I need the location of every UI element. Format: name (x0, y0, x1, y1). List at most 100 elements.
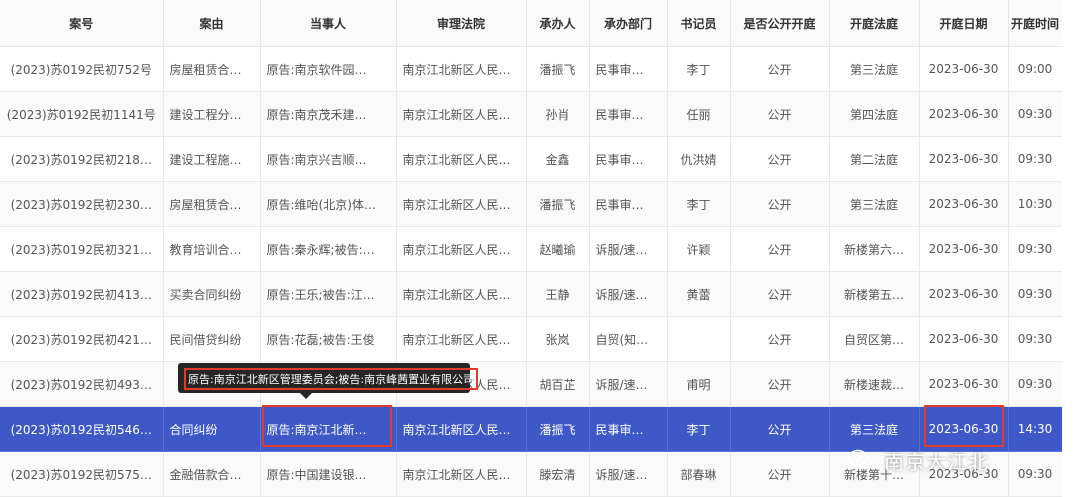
party-cell: 原告:秦永辉;被告:… (260, 226, 397, 272)
public-hearing-cell: 公开 (730, 451, 830, 497)
judge-cell: 孙肖 (526, 91, 590, 137)
judge-cell: 王静 (526, 271, 590, 317)
judge-cell: 潘振飞 (526, 181, 590, 227)
courtroom-cell: 自贸区第… (829, 316, 920, 362)
court-cell: 南京江北新区人民… (396, 406, 527, 452)
department-cell: 民事审… (589, 91, 668, 137)
court-cell: 南京江北新区人民… (396, 136, 527, 182)
court-schedule-table: 案号 案由 当事人 审理法院 承办人 承办部门 书记员 是否公开开庭 开庭法庭 开庭日期 开庭时间 … (0, 0, 1063, 497)
wechat-icon (848, 449, 874, 471)
hearing-time-cell: 14:30 (1008, 406, 1063, 452)
courtroom-cell: 第三法庭 (829, 181, 920, 227)
public-hearing-cell: 公开 (730, 136, 830, 182)
party-cell: 原告:维咍(北京)体… (260, 181, 397, 227)
case-cause-cell: 合同纠纷 (163, 406, 261, 452)
case-cause-cell: 房屋租赁合… (163, 181, 261, 227)
watermark: 南京大江北 (848, 440, 989, 480)
court-cell: 南京江北新区人民… (396, 451, 527, 497)
case-cause-cell: 建设工程分… (163, 91, 261, 137)
party-cell: 原告:中国建设银… (260, 451, 397, 497)
case-number-cell: (2023)苏0192民初575… (0, 451, 164, 497)
hearing-time-cell: 09:00 (1008, 46, 1063, 92)
department-cell: 民事审… (589, 136, 668, 182)
department-cell: 民事审… (589, 406, 668, 452)
column-header[interactable]: 承办人 (526, 0, 590, 47)
table-right-edge (1062, 0, 1080, 497)
column-header[interactable]: 开庭时间 (1008, 0, 1063, 47)
column-header[interactable]: 是否公开开庭 (730, 0, 830, 47)
party-tooltip: 原告:南京江北新区管理委员会;被告:南京峰茜置业有限公司 (178, 363, 479, 393)
court-cell: 南京江北新区人民… (396, 316, 527, 362)
case-number-cell: (2023)苏0192民初752号 (0, 46, 164, 92)
clerk-cell: 仇洪婧 (667, 136, 731, 182)
hearing-time-cell: 09:30 (1008, 136, 1063, 182)
hearing-date-cell: 2023-06-30 (919, 361, 1009, 407)
case-cause-cell: 房屋租赁合… (163, 46, 261, 92)
public-hearing-cell: 公开 (730, 271, 830, 317)
case-number-cell: (2023)苏0192民初421… (0, 316, 164, 362)
table-body: (2023)苏0192民初752号 房屋租赁合… 原告:南京软件园… 南京江北新区人民… (0, 46, 1063, 497)
hearing-date-cell: 2023-06-30 (919, 181, 1009, 227)
column-header[interactable]: 案由 (163, 0, 261, 47)
department-cell: 诉服/速… (589, 271, 668, 317)
table-row[interactable]: (2023)苏0192民初752号 房屋租赁合… 原告:南京软件园… 南京江北新区人民… (0, 46, 1063, 92)
tooltip-arrow (300, 393, 312, 399)
table-row[interactable]: (2023)苏0192民初218… 建设工程施… 原告:南京兴吉顺… 南京江北新区人民… (0, 136, 1063, 182)
case-number-cell: (2023)苏0192民初1141号 (0, 91, 164, 137)
court-cell: 南京江北新区人民… (396, 181, 527, 227)
court-cell: 南京江北新区人民… (396, 91, 527, 137)
party-cell: 原告:南京茂禾建… (260, 91, 397, 137)
watermark-text: 南京大江北 (884, 449, 989, 474)
table-row[interactable]: (2023)苏0192民初1141号 建设工程分… 原告:南京茂禾建… 南京江北新区人… (0, 91, 1063, 137)
hearing-time-cell: 09:30 (1008, 91, 1063, 137)
clerk-cell: 部春琳 (667, 451, 731, 497)
column-header[interactable]: 承办部门 (589, 0, 668, 47)
public-hearing-cell: 公开 (730, 406, 830, 452)
table-row[interactable]: (2023)苏0192民初421… 民间借贷纠纷 原告:花磊;被告:王俊 南京江北新区… (0, 316, 1063, 362)
clerk-cell: 黄蕾 (667, 271, 731, 317)
column-header[interactable]: 审理法院 (396, 0, 527, 47)
hearing-time-cell: 09:30 (1008, 451, 1063, 497)
clerk-cell (667, 316, 731, 362)
column-header[interactable]: 开庭法庭 (829, 0, 920, 47)
judge-cell: 潘振飞 (526, 46, 590, 92)
case-number-cell: (2023)苏0192民初493… (0, 361, 164, 407)
table-row[interactable]: (2023)苏0192民初230… 房屋租赁合… 原告:维咍(北京)体… 南京江北新区… (0, 181, 1063, 227)
department-cell: 诉服/速… (589, 451, 668, 497)
column-header[interactable]: 案号 (0, 0, 164, 47)
hearing-date-cell: 2023-06-30 (919, 271, 1009, 317)
judge-cell: 金鑫 (526, 136, 590, 182)
column-header[interactable]: 书记员 (667, 0, 731, 47)
tooltip-text: 原告:南京江北新区管理委员会;被告:南京峰茜置业有限公司 (184, 368, 479, 390)
public-hearing-cell: 公开 (730, 361, 830, 407)
table-row[interactable]: (2023)苏0192民初321… 教育培训合… 原告:秦永辉;被告:… 南京江北新区… (0, 226, 1063, 272)
judge-cell: 潘振飞 (526, 406, 590, 452)
case-number-cell: (2023)苏0192民初413… (0, 271, 164, 317)
case-cause-cell: 建设工程施… (163, 136, 261, 182)
courtroom-cell: 新楼速裁… (829, 361, 920, 407)
judge-cell: 赵曦瑜 (526, 226, 590, 272)
public-hearing-cell: 公开 (730, 46, 830, 92)
case-number-cell: (2023)苏0192民初218… (0, 136, 164, 182)
hearing-time-cell: 10:30 (1008, 181, 1063, 227)
party-cell: 原告:花磊;被告:王俊 (260, 316, 397, 362)
department-cell: 民事审… (589, 46, 668, 92)
courtroom-cell: 第四法庭 (829, 91, 920, 137)
department-cell: 自贸(知… (589, 316, 668, 362)
table-header: 案号 案由 当事人 审理法院 承办人 承办部门 书记员 是否公开开庭 开庭法庭 开庭日期 开庭时间 (0, 0, 1063, 47)
table-row[interactable]: (2023)苏0192民初413… 买卖合同纠纷 原告:王乐;被告:江… 南京江北新区… (0, 271, 1063, 317)
column-header[interactable]: 当事人 (260, 0, 397, 47)
clerk-cell: 李丁 (667, 406, 731, 452)
hearing-date-cell: 2023-06-30 (919, 91, 1009, 137)
hearing-time-cell: 09:30 (1008, 316, 1063, 362)
column-header[interactable]: 开庭日期 (919, 0, 1009, 47)
hearing-time-cell: 09:30 (1008, 271, 1063, 317)
hearing-date-cell: 2023-06-30 (919, 226, 1009, 272)
department-cell: 诉服/速… (589, 361, 668, 407)
party-cell: 原告:王乐;被告:江… (260, 271, 397, 317)
party-cell: 原告:南京江北新… (260, 406, 397, 452)
court-cell: 南京江北新区人民… (396, 46, 527, 92)
table-row[interactable]: (2023)苏0192民初493…南京江北新区人民…胡百芷诉服/速…甫明公开新楼… (0, 361, 1063, 407)
clerk-cell: 甫明 (667, 361, 731, 407)
case-cause-cell: 教育培训合… (163, 226, 261, 272)
